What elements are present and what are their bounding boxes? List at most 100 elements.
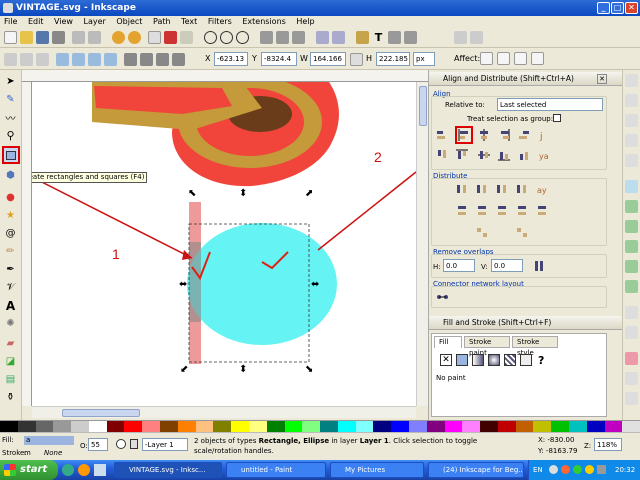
ungroup-icon[interactable] bbox=[332, 31, 345, 44]
undo-icon[interactable] bbox=[112, 31, 125, 44]
align-right-edges-icon[interactable] bbox=[497, 128, 511, 142]
scale-handle-tr[interactable]: ⬈ bbox=[305, 188, 313, 199]
snap-smooth-nodes-icon[interactable] bbox=[625, 260, 638, 273]
preferences-icon[interactable] bbox=[454, 31, 467, 44]
spiral-tool-icon[interactable]: @ bbox=[3, 226, 18, 241]
scale-handle-br[interactable]: ⬊ bbox=[305, 364, 313, 375]
task-inkscape[interactable]: VINTAGE.svg - Inksc... bbox=[114, 462, 222, 478]
distribute-bottom-icon[interactable] bbox=[495, 204, 509, 218]
paint-bucket-tool-icon[interactable]: ◪ bbox=[3, 354, 18, 369]
radial-gradient-icon[interactable] bbox=[488, 354, 500, 366]
randomize-icon[interactable] bbox=[475, 226, 489, 240]
new-document-icon[interactable] bbox=[4, 31, 17, 44]
distribute-top-icon[interactable] bbox=[455, 204, 469, 218]
tab-fill[interactable]: Fill bbox=[434, 336, 462, 348]
menu-text[interactable]: Text bbox=[177, 16, 201, 28]
snap-page-border-icon[interactable] bbox=[625, 352, 638, 365]
group-icon[interactable] bbox=[316, 31, 329, 44]
unlink-clone-icon[interactable] bbox=[292, 31, 305, 44]
distribute-right-icon[interactable] bbox=[495, 182, 509, 196]
print-icon[interactable] bbox=[52, 31, 65, 44]
align-baselines-icon[interactable]: ya bbox=[537, 148, 551, 162]
zoom-tool-icon[interactable]: ⚲ bbox=[3, 128, 18, 143]
horizontal-scrollbar[interactable] bbox=[32, 406, 416, 418]
menu-object[interactable]: Object bbox=[112, 16, 146, 28]
center-horizontal-axis-icon[interactable] bbox=[477, 148, 491, 162]
pen-tool-icon[interactable]: ✒ bbox=[3, 262, 18, 277]
fill-stroke-icon[interactable] bbox=[356, 31, 369, 44]
scale-handle-bl[interactable]: ⬋ bbox=[180, 364, 188, 375]
scale-handle-right[interactable]: ⬌ bbox=[311, 279, 319, 290]
distribute-baselines-v-icon[interactable] bbox=[535, 204, 549, 218]
flip-vertical-icon[interactable] bbox=[104, 53, 117, 66]
connector-layout-icon[interactable] bbox=[435, 290, 449, 304]
node-tool-icon[interactable]: ✎ bbox=[3, 92, 18, 107]
volume-icon[interactable] bbox=[597, 465, 606, 474]
dropper-tool-icon[interactable]: ⚱ bbox=[3, 390, 18, 405]
spray-tool-icon[interactable]: ✺ bbox=[3, 316, 18, 331]
align-text-anchors-icon[interactable]: j bbox=[537, 128, 551, 142]
horizontal-scroll-thumb[interactable] bbox=[62, 409, 140, 417]
xml-editor-icon[interactable] bbox=[388, 31, 401, 44]
raise-to-top-icon[interactable] bbox=[124, 53, 137, 66]
duplicate-icon[interactable] bbox=[260, 31, 273, 44]
distribute-center-v-icon[interactable] bbox=[475, 204, 489, 218]
align-bottom-edges-icon[interactable] bbox=[497, 148, 511, 162]
align-dialog-close-icon[interactable]: ✕ bbox=[597, 74, 607, 84]
remove-overlaps-button-icon[interactable] bbox=[533, 259, 547, 273]
select-all-icon[interactable] bbox=[4, 53, 17, 66]
quick-launch-icon[interactable] bbox=[94, 464, 106, 476]
w-field[interactable]: 164.166 bbox=[310, 52, 346, 66]
affect-gradients-icon[interactable] bbox=[514, 52, 527, 65]
distribute-gaps-h-icon[interactable] bbox=[515, 182, 529, 196]
task-my-pictures[interactable]: My Pictures bbox=[330, 462, 424, 478]
start-button[interactable]: start bbox=[0, 460, 58, 480]
layer-lock-icon[interactable] bbox=[130, 439, 138, 449]
canvas[interactable]: ⬉ ⬍ ⬈ ⬌ ⬌ ⬋ ⬍ ⬊ 1 2 Create rectangles an… bbox=[32, 82, 416, 406]
zoom-page-icon[interactable] bbox=[236, 31, 249, 44]
h-field[interactable]: 222.185 bbox=[376, 52, 410, 66]
snap-centers-icon[interactable] bbox=[625, 306, 638, 319]
menu-filters[interactable]: Filters bbox=[204, 16, 236, 28]
unit-select[interactable]: px bbox=[413, 52, 435, 66]
task-browser[interactable]: (24) Inkscape for Beg... bbox=[428, 462, 524, 478]
snap-intersections-icon[interactable] bbox=[625, 220, 638, 233]
align-distribute-icon[interactable] bbox=[404, 31, 417, 44]
flip-horizontal-icon[interactable] bbox=[88, 53, 101, 66]
language-indicator[interactable]: EN bbox=[533, 460, 543, 480]
affect-corners-icon[interactable] bbox=[497, 52, 510, 65]
menu-path[interactable]: Path bbox=[149, 16, 175, 28]
fill-indicator[interactable]: a bbox=[24, 436, 74, 445]
redo-icon[interactable] bbox=[128, 31, 141, 44]
quick-launch-icon[interactable] bbox=[78, 464, 90, 476]
menu-file[interactable]: File bbox=[0, 16, 21, 28]
visibility-eye-icon[interactable] bbox=[116, 439, 126, 449]
x-field[interactable]: -623.13 bbox=[214, 52, 248, 66]
swatch-icon[interactable] bbox=[520, 354, 532, 366]
snap-toggle-icon[interactable] bbox=[625, 74, 638, 87]
tray-icon[interactable] bbox=[549, 465, 558, 474]
snap-rotation-centers-icon[interactable] bbox=[625, 326, 638, 339]
tray-icon[interactable] bbox=[561, 465, 570, 474]
minimize-button[interactable]: _ bbox=[597, 2, 610, 14]
unset-paint-icon[interactable]: ? bbox=[538, 354, 544, 367]
rectangle-tool-icon[interactable] bbox=[2, 146, 20, 164]
eraser-tool-icon[interactable]: ▰ bbox=[3, 336, 18, 351]
snap-bbox-edge-icon[interactable] bbox=[625, 114, 638, 127]
tab-stroke-style[interactable]: Stroke style bbox=[512, 336, 558, 357]
text-font-icon[interactable]: T bbox=[372, 31, 385, 44]
clone-icon[interactable] bbox=[276, 31, 289, 44]
no-paint-icon[interactable]: ✕ bbox=[440, 354, 452, 366]
ellipse-tool-icon[interactable]: ● bbox=[3, 190, 18, 205]
open-icon[interactable] bbox=[20, 31, 33, 44]
distribute-left-icon[interactable] bbox=[455, 182, 469, 196]
scale-handle-bottom[interactable]: ⬍ bbox=[239, 364, 247, 375]
maximize-button[interactable]: □ bbox=[611, 2, 624, 14]
vertical-scrollbar[interactable] bbox=[416, 82, 428, 406]
raise-icon[interactable] bbox=[140, 53, 153, 66]
relative-to-select[interactable]: Last selected bbox=[497, 98, 603, 111]
treat-group-checkbox[interactable] bbox=[553, 114, 561, 122]
snap-bbox-corner-icon[interactable] bbox=[625, 134, 638, 147]
zoom-selection-icon[interactable] bbox=[204, 31, 217, 44]
snap-paths-icon[interactable] bbox=[625, 200, 638, 213]
